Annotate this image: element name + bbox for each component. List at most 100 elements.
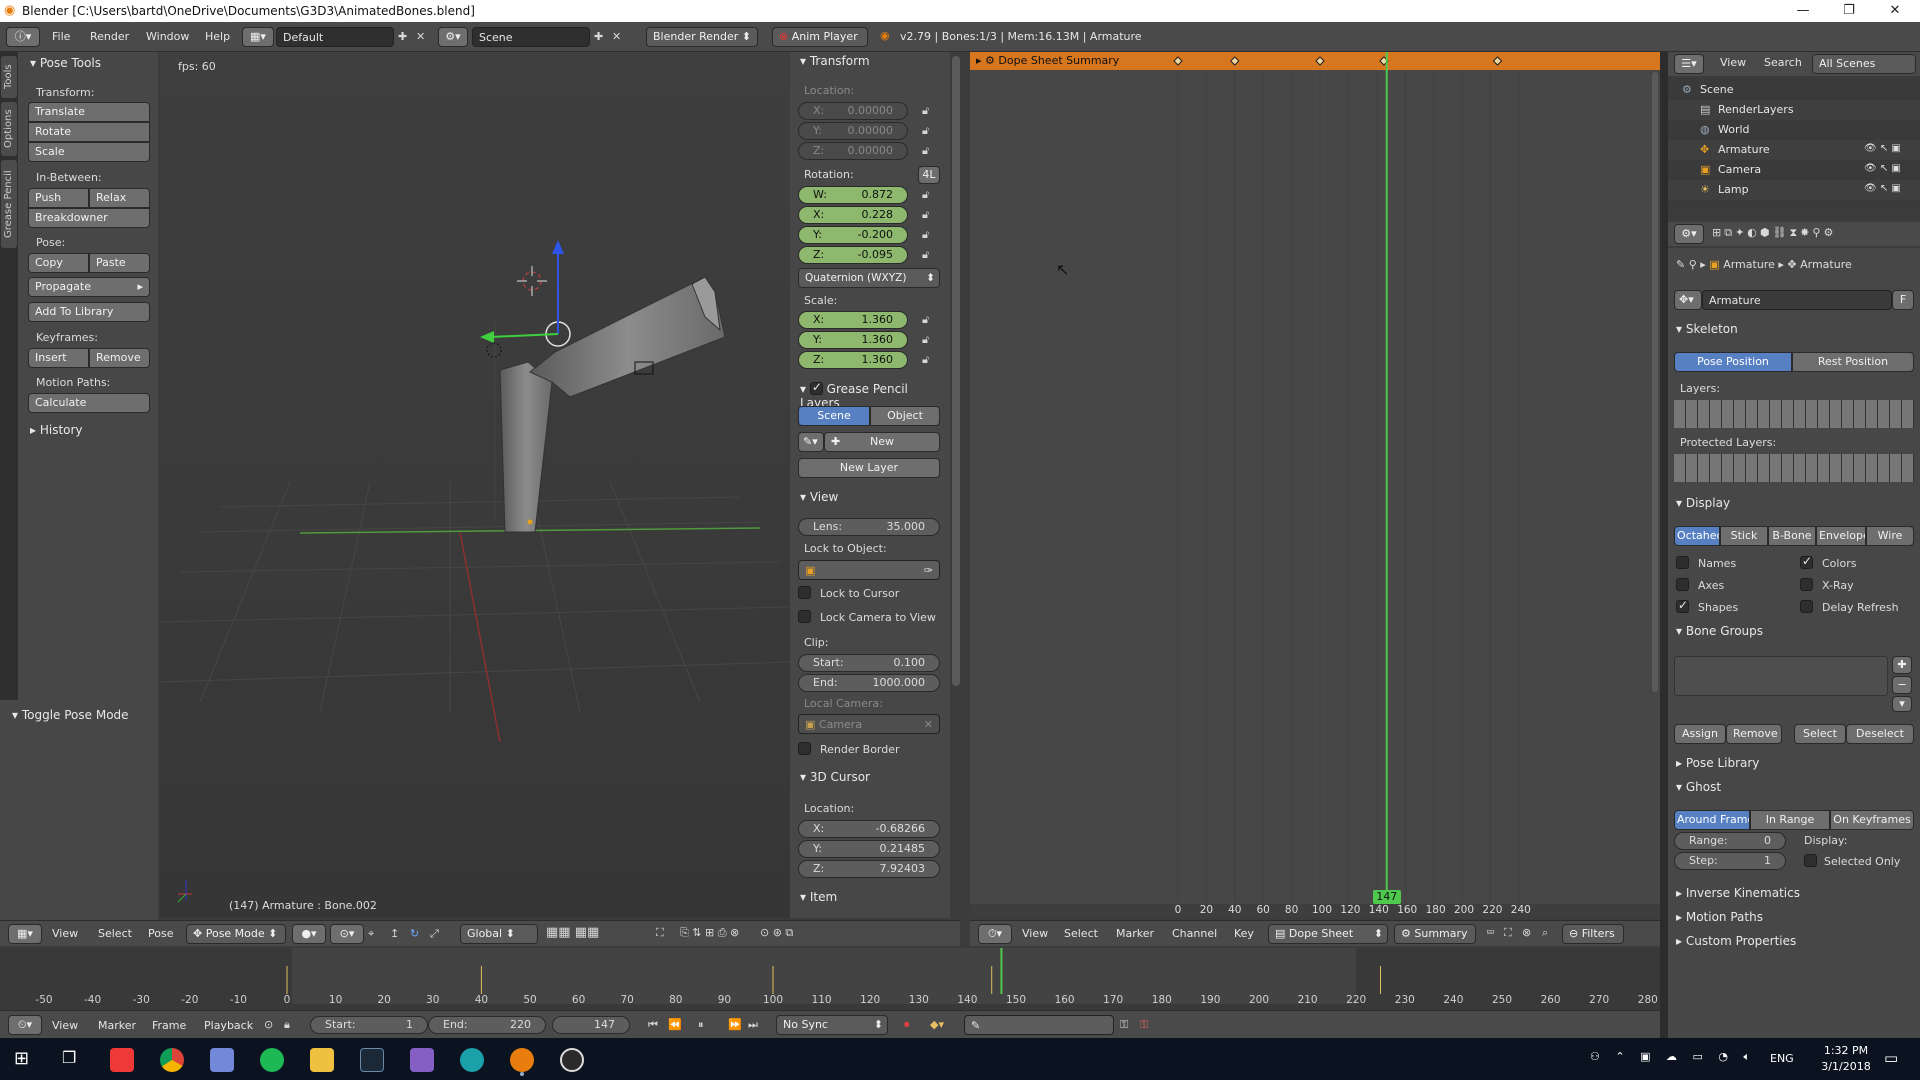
sync-mode-dropdown[interactable]: No Sync ⬍ xyxy=(776,1015,888,1035)
lock-rotation-y-icon[interactable]: 🔓︎ xyxy=(922,228,929,242)
rotation-4l-toggle[interactable]: 4L xyxy=(918,166,940,184)
shapes-checkbox[interactable] xyxy=(1676,598,1689,613)
task-view-icon[interactable]: ❐ xyxy=(62,1048,76,1067)
insert-keyframe-icon[interactable]: ⚿ xyxy=(1120,1018,1128,1032)
restore-icon[interactable]: ❐ xyxy=(1826,0,1872,22)
scale-manip-icon[interactable]: ⤢ xyxy=(430,927,439,941)
add-to-library-button[interactable]: Add To Library xyxy=(28,302,150,322)
ghost-range-field[interactable]: Range: 0 xyxy=(1674,832,1786,850)
lock-to-object-field[interactable]: ▣ ✑ xyxy=(798,560,940,580)
assign-bone-group-button[interactable]: Assign xyxy=(1674,724,1726,744)
display-stick-button[interactable]: Stick xyxy=(1720,526,1768,546)
toggle-pose-mode-header[interactable]: ▾ Toggle Pose Mode xyxy=(12,708,129,722)
add-layout-icon[interactable]: ✚ xyxy=(398,30,407,43)
visual-studio-taskbar-icon[interactable] xyxy=(410,1048,434,1072)
ghost-in-range-button[interactable]: In Range xyxy=(1750,810,1830,830)
chrome-taskbar-icon[interactable] xyxy=(160,1048,184,1072)
lock-camera-to-view-checkbox[interactable] xyxy=(798,610,811,623)
vivaldi-taskbar-icon[interactable] xyxy=(110,1048,134,1072)
ds-menu-marker[interactable]: Marker xyxy=(1116,927,1154,940)
app-taskbar-icon[interactable] xyxy=(460,1048,484,1072)
ds-menu-channel[interactable]: Channel xyxy=(1172,927,1217,940)
select-bone-group-button[interactable]: Select xyxy=(1794,724,1846,744)
shading-dropdown[interactable]: ●▾ xyxy=(292,924,326,944)
outliner-row[interactable]: ✥ Armature 👁︎ ↖ ▣ xyxy=(1668,140,1920,160)
display-envelope-button[interactable]: Envelope xyxy=(1816,526,1866,546)
gp-new-button[interactable]: ✚ New xyxy=(824,432,940,452)
rotate-button[interactable]: Rotate xyxy=(28,122,150,142)
expand-icon[interactable]: ▸ xyxy=(976,54,982,67)
menu-file[interactable]: File xyxy=(52,30,70,43)
armature-datablock-name-field[interactable]: Armature xyxy=(1702,290,1892,310)
viewport-menu-pose[interactable]: Pose xyxy=(148,927,173,940)
render-preview-icons[interactable]: ⊙ ⊛ ⧉ xyxy=(760,926,793,940)
tab-tools[interactable]: Tools xyxy=(1,56,17,98)
clip-end-field[interactable]: End: 1000.000 xyxy=(798,674,940,692)
deselect-bone-group-button[interactable]: Deselect xyxy=(1846,724,1914,744)
history-panel-header[interactable]: ▸ History xyxy=(30,423,83,437)
cursor-x-field[interactable]: X: -0.68266 xyxy=(798,820,940,838)
viewport-menu-select[interactable]: Select xyxy=(98,927,132,940)
skeleton-panel-header[interactable]: ▾ Skeleton xyxy=(1676,322,1738,336)
lock-to-cursor-checkbox[interactable] xyxy=(798,586,811,599)
toggle-pose-mode-panel[interactable]: ▾ Toggle Pose Mode xyxy=(0,700,158,920)
translate-button[interactable]: Translate xyxy=(28,102,150,122)
armature-data-browse-button[interactable]: ✥▾ xyxy=(1674,290,1702,310)
gp-scene-tab[interactable]: Scene xyxy=(798,406,870,426)
menu-window[interactable]: Window xyxy=(146,30,189,43)
viewport-editor-type-button[interactable]: ▦▾ xyxy=(8,924,42,944)
translate-manip-icon[interactable]: ↥ xyxy=(390,927,399,940)
lock-layers-icon[interactable]: ⛶ xyxy=(656,926,664,940)
lock-location-y-icon[interactable]: 🔓︎ xyxy=(922,124,929,138)
current-frame-field[interactable]: 147 xyxy=(552,1016,630,1034)
outliner-row[interactable]: ⚙ Scene xyxy=(1668,80,1920,100)
calculate-button[interactable]: Calculate xyxy=(28,393,150,413)
show-hidden-icon[interactable]: ⛶ xyxy=(1504,926,1512,940)
rotate-manip-icon[interactable]: ↻ xyxy=(410,927,419,940)
properties-panel-scrollbar[interactable] xyxy=(952,56,960,686)
obs-taskbar-icon[interactable] xyxy=(560,1048,584,1072)
item-panel-header[interactable]: ▾ Item xyxy=(800,890,837,904)
custom-properties-panel-header[interactable]: ▸ Custom Properties xyxy=(1676,934,1796,948)
add-scene-icon[interactable]: ✚ xyxy=(594,30,603,43)
dope-sheet-editor[interactable]: ▸ ⚙ Dope Sheet Summary 147 0 20 40 60 80 100 1… xyxy=(970,52,1660,918)
ds-menu-key[interactable]: Key xyxy=(1234,927,1254,940)
rotation-y-field[interactable]: Y: -0.200 xyxy=(798,226,908,244)
prev-keyframe-icon[interactable]: ⏪ xyxy=(668,1018,682,1031)
info-editor-type-button[interactable]: ⓘ▾ xyxy=(6,27,40,47)
frame-start-field[interactable]: Start: 1 xyxy=(310,1016,428,1034)
clear-camera-icon[interactable]: ✕ xyxy=(924,717,933,732)
jump-start-icon[interactable]: ⏮ xyxy=(648,1018,658,1032)
timeline-editor-type-button[interactable]: ⏲▾ xyxy=(8,1015,42,1035)
jump-end-icon[interactable]: ⏭ xyxy=(748,1018,758,1032)
timeline-frame-ruler[interactable]: -50 -40 -30 -20 -10 0 10 20 30 40 50 60 70 80 90 100 110… xyxy=(0,994,1660,1008)
scale-button[interactable]: Scale xyxy=(28,142,150,162)
location-y-field[interactable]: Y: 0.00000 xyxy=(798,122,908,140)
timeline-editor[interactable]: -50 -40 -30 -20 -10 0 10 20 30 40 50 60 70 80 90 100 110… xyxy=(0,948,1660,1038)
windows-start-icon[interactable]: ⊞ xyxy=(14,1048,29,1069)
ghost-step-field[interactable]: Step: 1 xyxy=(1674,852,1786,870)
3d-cursor-panel-header[interactable]: ▾ 3D Cursor xyxy=(800,770,870,784)
outliner-menu-search[interactable]: Search xyxy=(1764,56,1802,69)
outliner-editor-type-button[interactable]: ☰▾ xyxy=(1674,54,1704,74)
rotation-x-field[interactable]: X: 0.228 xyxy=(798,206,908,224)
scene-selector-button[interactable]: ⚙▾ xyxy=(438,27,468,47)
grease-pencil-checkbox[interactable] xyxy=(809,380,823,395)
discord-taskbar-icon[interactable] xyxy=(210,1048,234,1072)
anim-player-button[interactable]: ⊗ Anim Player xyxy=(772,27,868,47)
rotation-w-field[interactable]: W: 0.872 xyxy=(798,186,908,204)
bone-layers-grid[interactable] xyxy=(1674,400,1914,428)
lock-scale-y-icon[interactable]: 🔓︎ xyxy=(922,333,929,347)
display-bbone-button[interactable]: B-Bone xyxy=(1768,526,1816,546)
outliner-display-mode-dropdown[interactable]: All Scenes xyxy=(1812,54,1916,74)
close-icon[interactable]: ✕ xyxy=(1872,0,1918,22)
pause-icon[interactable]: ⏸ xyxy=(698,1018,704,1032)
colors-checkbox[interactable] xyxy=(1800,554,1813,569)
layout-name-field[interactable]: Default xyxy=(276,27,394,47)
lock-time-cursor-icon[interactable]: 🔒︎ xyxy=(284,1018,290,1032)
outliner-row[interactable]: ☀ Lamp 👁︎ ↖ ▣ xyxy=(1668,180,1920,200)
lock-rotation-z-icon[interactable]: 🔓︎ xyxy=(922,248,929,262)
ghost-panel-header[interactable]: ▾ Ghost xyxy=(1676,780,1721,794)
scene-name-field[interactable]: Scene xyxy=(472,27,590,47)
properties-context-tabs-icons[interactable]: ⊞⧉✦◐⬢⛓⧗✸⚲⚙ xyxy=(1712,226,1836,240)
